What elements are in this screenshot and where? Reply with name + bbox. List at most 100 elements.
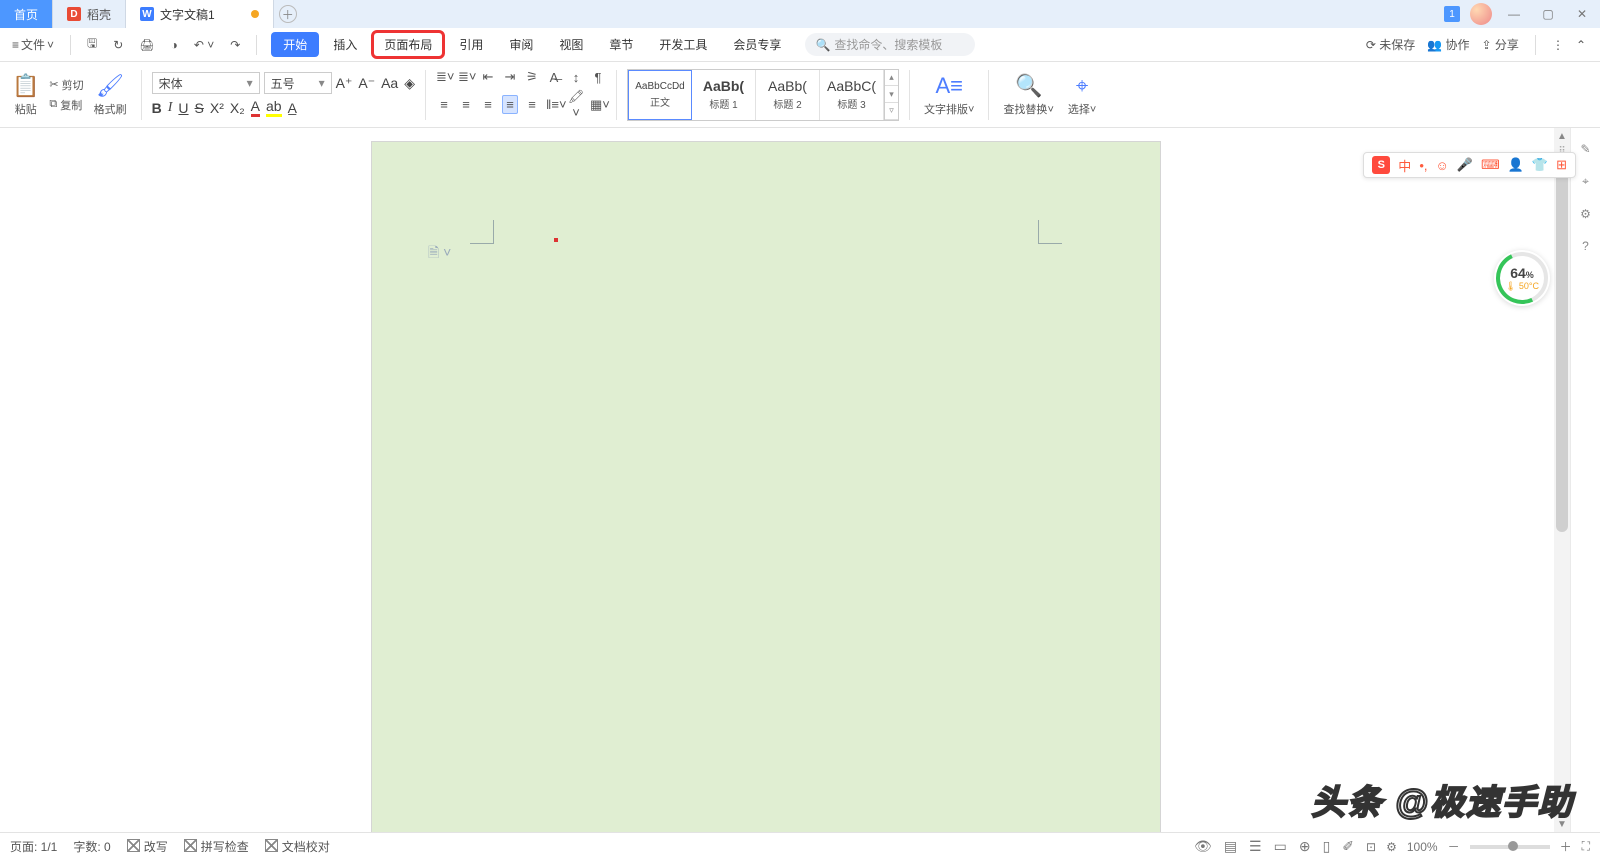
tab-vip[interactable]: 会员专享 xyxy=(721,32,793,57)
window-maximize[interactable]: ▢ xyxy=(1536,2,1560,26)
scroll-down-icon[interactable]: ▼ xyxy=(1554,816,1570,832)
line-spacing-icon[interactable]: ↕ xyxy=(568,70,584,85)
highlight-button[interactable]: ab xyxy=(266,98,282,117)
bullets-icon[interactable]: ≣˅ xyxy=(436,69,452,85)
ime-user-icon[interactable]: 👤 xyxy=(1508,157,1524,173)
superscript-button[interactable]: X² xyxy=(210,100,224,116)
zoom-in-button[interactable]: ＋ xyxy=(1560,838,1572,855)
unsaved-status[interactable]: ⟳ 未保存 xyxy=(1366,36,1415,53)
avatar[interactable] xyxy=(1470,3,1492,25)
font-color-button[interactable]: A xyxy=(251,98,260,117)
tab-home[interactable]: 首页 xyxy=(0,0,53,28)
collapse-ribbon-icon[interactable]: ⌃ xyxy=(1576,38,1586,52)
view-web-icon[interactable]: ⊕ xyxy=(1299,838,1311,855)
ime-punct-icon[interactable]: •, xyxy=(1419,158,1427,173)
more-icon[interactable]: ⋮ xyxy=(1552,38,1564,52)
fontsize-select[interactable]: 五号▾ xyxy=(264,72,332,94)
show-marks-icon[interactable]: ¶ xyxy=(590,70,606,85)
align-justify-icon[interactable]: ≡ xyxy=(502,95,518,114)
style-h3[interactable]: AaBbC(标题 3 xyxy=(820,70,884,120)
style-expand-icon[interactable]: ▿ xyxy=(885,103,898,120)
rail-settings-icon[interactable]: ⚙ xyxy=(1580,207,1591,221)
redo-icon[interactable]: ↷ xyxy=(226,36,244,54)
rail-cursor-icon[interactable]: ⌖ xyxy=(1582,174,1589,189)
menu-hamburger-icon[interactable]: ≡ 文件 ˅ xyxy=(8,34,58,55)
style-gallery[interactable]: AaBbCcDd正文 AaBb(标题 1 AaBb(标题 2 AaBbC(标题 … xyxy=(627,69,899,121)
tab-docer[interactable]: D 稻壳 xyxy=(53,0,126,28)
tab-devtools[interactable]: 开发工具 xyxy=(647,32,719,57)
scroll-thumb[interactable] xyxy=(1556,172,1568,532)
rail-help-icon[interactable]: ? xyxy=(1582,239,1589,253)
style-h2[interactable]: AaBb(标题 2 xyxy=(756,70,820,120)
tab-review[interactable]: 审阅 xyxy=(497,32,545,57)
style-body[interactable]: AaBbCcDd正文 xyxy=(628,70,692,120)
sort-icon[interactable]: ⚞ xyxy=(524,69,540,85)
eraser-icon[interactable]: A̶ xyxy=(546,70,562,85)
ime-voice-icon[interactable]: 🎤 xyxy=(1457,157,1473,173)
zoom-slider[interactable] xyxy=(1470,845,1550,849)
numbering-icon[interactable]: ≣˅ xyxy=(458,69,474,85)
undo-icon[interactable]: ↶ ˅ xyxy=(190,36,218,54)
ime-lang[interactable]: 中 xyxy=(1398,156,1411,175)
ime-keyboard-icon[interactable]: ⌨ xyxy=(1481,157,1500,173)
ime-skin-icon[interactable]: 👕 xyxy=(1532,157,1548,173)
subscript-button[interactable]: X₂ xyxy=(230,100,245,116)
share-button[interactable]: ⇪ 分享 xyxy=(1482,36,1519,53)
tab-view[interactable]: 视图 xyxy=(547,32,595,57)
tab-insert[interactable]: 插入 xyxy=(321,32,369,57)
char-shade-button[interactable]: A̲ xyxy=(288,100,297,116)
text-layout[interactable]: A≡文字排版˅ xyxy=(920,62,978,127)
change-case-icon[interactable]: Aa xyxy=(381,75,398,91)
tab-reference[interactable]: 引用 xyxy=(447,32,495,57)
zoom-value[interactable]: 100% xyxy=(1407,840,1438,854)
page-options-icon[interactable]: 🗎 ˅ xyxy=(428,242,451,266)
view-read-icon[interactable]: ▭ xyxy=(1274,838,1287,855)
italic-button[interactable]: I xyxy=(168,100,173,116)
shading-icon[interactable]: 🖍˅ xyxy=(568,89,584,120)
bold-button[interactable]: B xyxy=(152,100,162,116)
search-input[interactable]: 🔍 查找命令、搜索模板 xyxy=(805,33,975,56)
view-note-icon[interactable]: ✐ xyxy=(1342,838,1354,855)
style-h1[interactable]: AaBb(标题 1 xyxy=(692,70,756,120)
rail-pen-icon[interactable]: ✎ xyxy=(1580,142,1590,156)
indent-inc-icon[interactable]: ⇥ xyxy=(502,69,518,85)
clear-format-icon[interactable]: ◈ xyxy=(404,75,415,92)
window-minimize[interactable]: — xyxy=(1502,2,1526,26)
sync-icon[interactable]: ↻ xyxy=(109,36,127,54)
underline-button[interactable]: U xyxy=(178,100,188,116)
line-spacing2-icon[interactable]: ‖≡˅ xyxy=(546,97,562,112)
borders-icon[interactable]: ▦˅ xyxy=(590,97,606,113)
ime-toolbox-icon[interactable]: ⊞ xyxy=(1556,157,1567,173)
tab-start[interactable]: 开始 xyxy=(271,32,319,57)
preview-icon[interactable]: ◑ xyxy=(167,36,182,54)
status-proof[interactable]: 文档校对 xyxy=(265,838,330,855)
window-close[interactable]: ✕ xyxy=(1570,2,1594,26)
notif-badge[interactable]: 1 xyxy=(1444,6,1460,22)
document-page[interactable]: 🗎 ˅ xyxy=(372,142,1160,832)
status-spellcheck[interactable]: 拼写检查 xyxy=(184,838,249,855)
align-distribute-icon[interactable]: ≡ xyxy=(524,95,540,114)
scroll-up-icon[interactable]: ▲ xyxy=(1554,128,1570,144)
align-center-icon[interactable]: ≡ xyxy=(458,95,474,114)
font-shrink-icon[interactable]: A⁻ xyxy=(358,75,375,92)
view-outline-icon[interactable]: ☰ xyxy=(1249,838,1262,855)
font-grow-icon[interactable]: A⁺ xyxy=(336,75,353,92)
tab-document[interactable]: W 文字文稿1 xyxy=(126,0,274,28)
select-tool[interactable]: ⌖选择˅ xyxy=(1064,62,1100,127)
paste-group[interactable]: 📋 粘贴 xyxy=(8,62,43,127)
cut-button[interactable]: ✂ 剪切 xyxy=(49,77,83,93)
copy-button[interactable]: ⧉ 复制 xyxy=(49,97,83,113)
align-left-icon[interactable]: ≡ xyxy=(436,95,452,114)
zoom-fit-icon[interactable]: ⊡ xyxy=(1366,840,1376,854)
tab-pagelayout[interactable]: 页面布局 xyxy=(371,30,445,59)
perf-gauge[interactable]: 64% 🌡 50°C xyxy=(1494,250,1550,306)
status-page[interactable]: 页面: 1/1 xyxy=(10,838,57,855)
font-select[interactable]: 宋体▾ xyxy=(152,72,260,94)
align-right-icon[interactable]: ≡ xyxy=(480,95,496,114)
fullscreen-icon[interactable]: ⛶ xyxy=(1582,839,1590,854)
style-down-icon[interactable]: ▾ xyxy=(885,86,898,103)
view-eye-icon[interactable]: 👁 xyxy=(1194,838,1212,855)
ime-toolbar[interactable]: S 中 •, ☺ 🎤 ⌨ 👤 👕 ⊞ xyxy=(1363,152,1576,178)
zoom-gear-icon[interactable]: ⚙ xyxy=(1386,840,1397,854)
strike-button[interactable]: S xyxy=(195,100,204,116)
